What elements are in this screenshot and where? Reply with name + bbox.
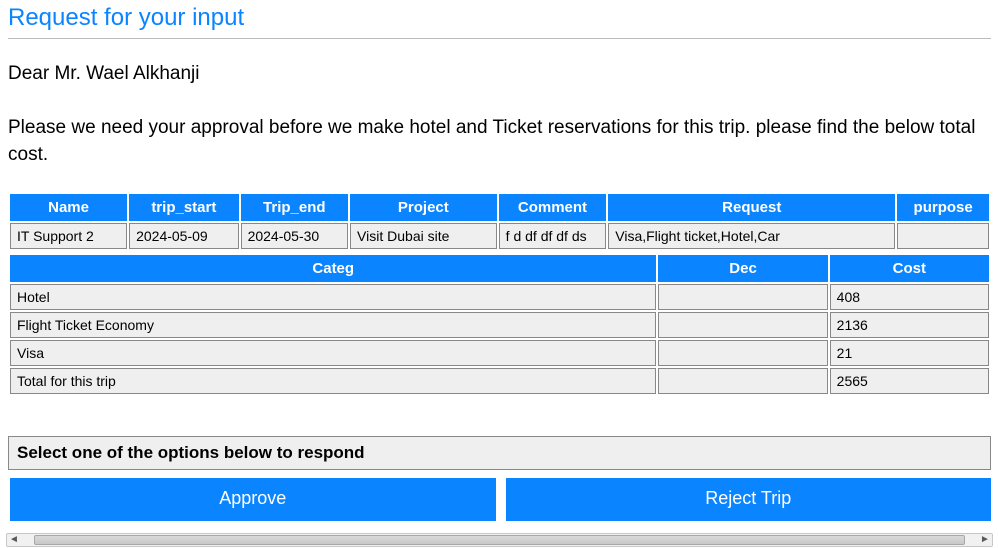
cost-row: Flight Ticket Economy 2136 [10, 312, 989, 338]
td-categ: Hotel [10, 284, 656, 310]
th-categ: Categ [10, 255, 656, 282]
body-text: Please we need your approval before we m… [8, 115, 991, 168]
cost-header-row: Categ Dec Cost [10, 255, 989, 282]
trip-header-row: Name trip_start Trip_end Project Comment… [10, 194, 989, 221]
td-categ: Total for this trip [10, 368, 656, 394]
td-name: IT Support 2 [10, 223, 127, 249]
scroll-right-icon[interactable]: ► [979, 535, 991, 545]
action-button-row: Approve Reject Trip [8, 478, 991, 521]
th-name: Name [10, 194, 127, 221]
td-cost: 2565 [830, 368, 989, 394]
greeting-text: Dear Mr. Wael Alkhanji [8, 63, 991, 85]
th-dec: Dec [658, 255, 827, 282]
approve-button[interactable]: Approve [10, 478, 496, 521]
horizontal-scrollbar[interactable]: ◄ ► [6, 533, 993, 547]
cost-row-total: Total for this trip 2565 [10, 368, 989, 394]
th-request: Request [608, 194, 895, 221]
th-cost: Cost [830, 255, 989, 282]
th-trip-start: trip_start [129, 194, 238, 221]
td-trip-start: 2024-05-09 [129, 223, 238, 249]
td-trip-end: 2024-05-30 [241, 223, 348, 249]
td-dec [658, 284, 827, 310]
scrollbar-thumb[interactable] [34, 535, 965, 545]
scroll-left-icon[interactable]: ◄ [8, 535, 20, 545]
td-dec [658, 368, 827, 394]
cost-breakdown-table: Categ Dec Cost Hotel 408 Flight Ticket E… [8, 253, 991, 396]
td-cost: 21 [830, 340, 989, 366]
th-trip-end: Trip_end [241, 194, 348, 221]
trip-data-row: IT Support 2 2024-05-09 2024-05-30 Visit… [10, 223, 989, 249]
trip-details-table: Name trip_start Trip_end Project Comment… [8, 192, 991, 251]
reject-button[interactable]: Reject Trip [506, 478, 992, 521]
page-title: Request for your input [8, 4, 991, 39]
td-comment: f d df df df ds [499, 223, 607, 249]
td-dec [658, 340, 827, 366]
td-project: Visit Dubai site [350, 223, 497, 249]
td-cost: 408 [830, 284, 989, 310]
td-purpose [897, 223, 989, 249]
td-cost: 2136 [830, 312, 989, 338]
td-request: Visa,Flight ticket,Hotel,Car [608, 223, 895, 249]
th-project: Project [350, 194, 497, 221]
th-purpose: purpose [897, 194, 989, 221]
td-categ: Visa [10, 340, 656, 366]
td-categ: Flight Ticket Economy [10, 312, 656, 338]
cost-row: Hotel 408 [10, 284, 989, 310]
td-dec [658, 312, 827, 338]
respond-prompt: Select one of the options below to respo… [8, 436, 991, 470]
cost-row: Visa 21 [10, 340, 989, 366]
th-comment: Comment [499, 194, 607, 221]
